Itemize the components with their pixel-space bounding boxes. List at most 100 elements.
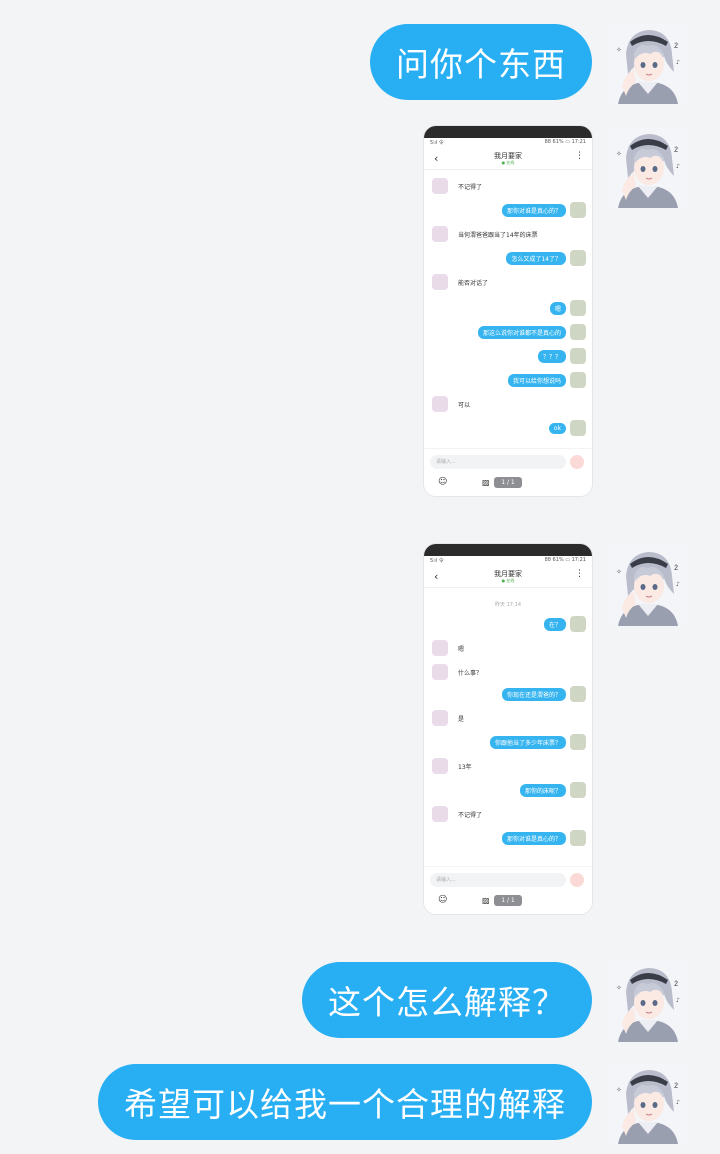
chat-message: 你跟他当了多少年床票？ <box>489 734 586 750</box>
more-icon: ⋮ <box>575 151 584 161</box>
svg-text:✧: ✧ <box>616 46 622 54</box>
svg-text:♪: ♪ <box>676 581 680 588</box>
message-bubble[interactable]: 问你个东西 <box>370 24 592 100</box>
emoji-icon: ☺ <box>438 895 448 905</box>
contact-avatar <box>432 274 448 290</box>
contact-avatar <box>432 806 448 822</box>
chat-message: 我可以给你想说吗 <box>507 372 586 388</box>
chat-message: 13年 <box>432 758 477 774</box>
chat-message-text: 当何渭爸爸跟当了14年的床票 <box>458 231 538 239</box>
contact-avatar <box>432 396 448 412</box>
contact-avatar <box>432 226 448 242</box>
emoji-icon: ☺ <box>438 477 448 487</box>
chat-message-text: 那你的床呢？ <box>519 783 566 797</box>
chat-message-text: 什么事？ <box>458 669 483 677</box>
input-bar: 请输入... ☺ ▨ 1 / 1 <box>424 448 592 496</box>
chat-message: ok <box>548 420 586 436</box>
svg-text:ż: ż <box>674 1081 678 1090</box>
chat-message-text: 嗯 <box>549 301 566 315</box>
contact-avatar <box>432 758 448 774</box>
contact-avatar <box>432 664 448 680</box>
self-avatar <box>570 348 586 364</box>
svg-text:♪: ♪ <box>676 997 680 1004</box>
online-status: ● 在线 <box>501 578 515 583</box>
online-status: ● 在线 <box>501 160 515 165</box>
svg-text:✧: ✧ <box>616 1086 622 1094</box>
image-message[interactable]: 5⫶ıl 令 88 61% ▭ 17:21 ‹ 我月要家 ● 在线 ⋮ 昨天 1… <box>424 544 592 914</box>
chat-message: ？？？ <box>537 348 586 364</box>
svg-text:ż: ż <box>674 41 678 50</box>
send-icon <box>570 455 584 469</box>
contact-avatar <box>432 640 448 656</box>
chat-message: 嗯 <box>549 300 586 316</box>
image-icon: ▨ <box>482 478 490 487</box>
self-avatar <box>570 324 586 340</box>
self-avatar <box>570 300 586 316</box>
svg-text:ż: ż <box>674 979 678 988</box>
image-message[interactable]: 5⫶ıl 令 88 61% ▭ 17:21 ‹ 我月要家 ● 在线 ⋮ 不记得了… <box>424 126 592 496</box>
self-avatar <box>570 250 586 266</box>
svg-text:♪: ♪ <box>676 163 680 170</box>
more-icon: ⋮ <box>575 569 584 579</box>
status-bar: 5⫶ıl 令 88 61% ▭ 17:21 <box>430 557 586 564</box>
chat-message-text: 你跟他当了多少年床票？ <box>489 735 566 749</box>
chat-message-text: 可以 <box>458 401 471 409</box>
chat-message-text: 我可以给你想说吗 <box>507 373 566 387</box>
chat-message-text: 那你对谁是真心的？ <box>501 831 566 845</box>
input-bar: 请输入... ☺ ▨ 1 / 1 <box>424 866 592 914</box>
chat-message-text: 13年 <box>458 763 472 771</box>
chat-header: ‹ 我月要家 ● 在线 ⋮ <box>424 566 592 588</box>
chat-message-text: ？？？ <box>537 349 566 363</box>
chat-message: 不记得了 <box>432 806 487 822</box>
chat-message-text: 怎么又成了14了？ <box>506 251 566 265</box>
self-avatar <box>570 734 586 750</box>
self-avatar <box>570 616 586 632</box>
svg-text:♪: ♪ <box>676 59 680 66</box>
svg-text:✧: ✧ <box>616 984 622 992</box>
chat-message-text: 你现在还是渭爸的？ <box>501 687 566 701</box>
user-avatar[interactable]: ✧ ż ♪ <box>608 962 688 1042</box>
user-avatar[interactable]: ✧ ż ♪ <box>608 1064 688 1144</box>
self-avatar <box>570 202 586 218</box>
message-input: 请输入... <box>430 455 566 469</box>
chat-timestamp: 昨天 17:14 <box>495 601 521 608</box>
chat-messages: 不记得了 那你对谁是真心的？ 当何渭爸爸跟当了14年的床票 怎么又成了14了？ 能否对话… <box>424 170 592 466</box>
message-row: 希望可以给我一个合理的解释 ✧ ż ♪ <box>0 1064 720 1144</box>
image-pager: 1 / 1 <box>494 895 522 906</box>
svg-text:♪: ♪ <box>676 1099 680 1106</box>
chat-message-text: ok <box>548 422 566 434</box>
chat-message: 能否对话了 <box>432 274 493 290</box>
phone-top-bar <box>424 126 592 138</box>
chat-message: 怎么又成了14了？ <box>506 250 586 266</box>
self-avatar <box>570 830 586 846</box>
self-avatar <box>570 782 586 798</box>
chat-message: 你现在还是渭爸的？ <box>501 686 586 702</box>
message-input: 请输入... <box>430 873 566 887</box>
image-pager: 1 / 1 <box>494 477 522 488</box>
chat-message-text: 嗯 <box>458 645 465 653</box>
chat-message-text: 在？ <box>543 617 566 631</box>
svg-text:ż: ż <box>674 563 678 572</box>
message-bubble[interactable]: 这个怎么解释？ <box>302 962 592 1038</box>
message-row: 5⫶ıl 令 88 61% ▭ 17:21 ‹ 我月要家 ● 在线 ⋮ 昨天 1… <box>0 544 720 916</box>
chat-message: 那你对谁是真心的？ <box>501 830 586 846</box>
chat-message-text: 那你对谁是真心的？ <box>501 203 566 217</box>
message-row: 5⫶ıl 令 88 61% ▭ 17:21 ‹ 我月要家 ● 在线 ⋮ 不记得了… <box>0 126 720 498</box>
chat-header: ‹ 我月要家 ● 在线 ⋮ <box>424 148 592 170</box>
message-row: 这个怎么解释？ ✧ ż ♪ <box>0 962 720 1042</box>
chat-message-text: 不记得了 <box>458 811 483 819</box>
user-avatar[interactable]: ✧ ż ♪ <box>608 128 688 208</box>
image-icon: ▨ <box>482 896 490 905</box>
svg-text:✧: ✧ <box>616 150 622 158</box>
chat-message: 在？ <box>543 616 586 632</box>
svg-text:ż: ż <box>674 145 678 154</box>
chat-message-text: 那这么说你对谁都不是真心的 <box>477 325 566 339</box>
chat-messages: 昨天 17:14 在？ 嗯什么事？ 你现在还是渭爸的？ 是你跟他当了多少年床票？ 13年… <box>424 588 592 884</box>
user-avatar[interactable]: ✧ ż ♪ <box>608 24 688 104</box>
message-row: 问你个东西 ✧ ż ♪ <box>0 24 720 104</box>
message-bubble[interactable]: 希望可以给我一个合理的解释 <box>98 1064 592 1140</box>
chat-message: 那你对谁是真心的？ <box>501 202 586 218</box>
chat-message: 那你的床呢？ <box>519 782 586 798</box>
self-avatar <box>570 372 586 388</box>
user-avatar[interactable]: ✧ ż ♪ <box>608 546 688 626</box>
